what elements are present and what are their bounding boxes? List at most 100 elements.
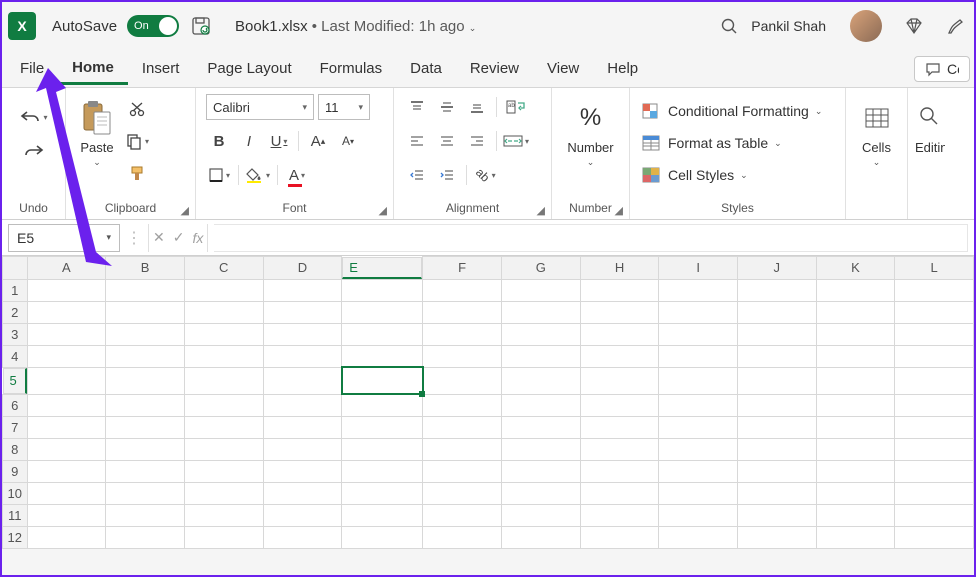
cell-L5[interactable]	[895, 367, 974, 394]
column-header-D[interactable]: D	[263, 257, 342, 280]
cell-E6[interactable]	[342, 394, 423, 416]
user-name[interactable]: Pankil Shah	[751, 18, 826, 34]
column-header-F[interactable]: F	[423, 257, 502, 280]
cell-F1[interactable]	[423, 279, 502, 301]
cell-L4[interactable]	[895, 345, 974, 367]
cell-G10[interactable]	[501, 482, 580, 504]
fill-color-button[interactable]	[245, 162, 271, 188]
tab-page-layout[interactable]: Page Layout	[193, 54, 305, 83]
cell-L2[interactable]	[895, 301, 974, 323]
cell-J2[interactable]	[737, 301, 816, 323]
cell-I11[interactable]	[659, 504, 738, 526]
cell-B1[interactable]	[106, 279, 185, 301]
column-header-A[interactable]: A	[27, 257, 106, 280]
cell-F4[interactable]	[423, 345, 502, 367]
cell-F7[interactable]	[423, 416, 502, 438]
tab-home[interactable]: Home	[58, 53, 128, 85]
increase-font-button[interactable]: A▴	[305, 128, 331, 154]
tab-formulas[interactable]: Formulas	[306, 54, 397, 83]
cell-K1[interactable]	[816, 279, 895, 301]
cell-L6[interactable]	[895, 394, 974, 416]
row-header-11[interactable]: 11	[3, 504, 28, 526]
cell-B9[interactable]	[106, 460, 185, 482]
underline-button[interactable]: U	[266, 128, 292, 154]
align-center-button[interactable]	[434, 128, 460, 154]
cell-A12[interactable]	[27, 526, 106, 548]
cell-F11[interactable]	[423, 504, 502, 526]
row-header-10[interactable]: 10	[3, 482, 28, 504]
cell-H3[interactable]	[580, 323, 659, 345]
enter-formula-icon[interactable]: ✓	[173, 229, 185, 246]
cell-K11[interactable]	[816, 504, 895, 526]
cell-G3[interactable]	[501, 323, 580, 345]
font-size-select[interactable]: 11▾	[318, 94, 370, 120]
cell-K6[interactable]	[816, 394, 895, 416]
cell-H10[interactable]	[580, 482, 659, 504]
format-painter-button[interactable]	[124, 160, 150, 186]
cell-B10[interactable]	[106, 482, 185, 504]
paste-button[interactable]: Paste ⌄	[76, 96, 118, 170]
pen-draw-icon[interactable]	[944, 14, 968, 38]
cell-G1[interactable]	[501, 279, 580, 301]
cell-A7[interactable]	[27, 416, 106, 438]
cell-B12[interactable]	[106, 526, 185, 548]
cell-J6[interactable]	[737, 394, 816, 416]
cell-A2[interactable]	[27, 301, 106, 323]
column-header-J[interactable]: J	[737, 257, 816, 280]
column-header-H[interactable]: H	[580, 257, 659, 280]
cell-K2[interactable]	[816, 301, 895, 323]
cell-D5[interactable]	[263, 367, 342, 394]
cell-I10[interactable]	[659, 482, 738, 504]
column-header-C[interactable]: C	[184, 257, 263, 280]
tab-data[interactable]: Data	[396, 54, 456, 83]
cell-L11[interactable]	[895, 504, 974, 526]
cell-E10[interactable]	[342, 482, 423, 504]
row-header-4[interactable]: 4	[3, 345, 28, 367]
bold-button[interactable]: B	[206, 128, 232, 154]
cell-I1[interactable]	[659, 279, 738, 301]
cell-I5[interactable]	[659, 367, 738, 394]
cell-C7[interactable]	[184, 416, 263, 438]
cell-C5[interactable]	[184, 367, 263, 394]
diamond-premium-icon[interactable]	[902, 14, 926, 38]
save-icon[interactable]	[189, 14, 213, 38]
formula-input[interactable]	[214, 224, 968, 252]
cell-D9[interactable]	[263, 460, 342, 482]
cell-A9[interactable]	[27, 460, 106, 482]
cell-E7[interactable]	[342, 416, 423, 438]
cell-L8[interactable]	[895, 438, 974, 460]
editing-button[interactable]: Editing	[911, 96, 949, 157]
cell-L12[interactable]	[895, 526, 974, 548]
decrease-indent-button[interactable]	[404, 162, 430, 188]
align-right-button[interactable]	[464, 128, 490, 154]
redo-button[interactable]	[21, 138, 47, 164]
autosave-toggle[interactable]: On	[127, 15, 179, 37]
cell-D3[interactable]	[263, 323, 342, 345]
column-header-L[interactable]: L	[895, 257, 974, 280]
align-middle-button[interactable]	[434, 94, 460, 120]
cell-C10[interactable]	[184, 482, 263, 504]
cell-C4[interactable]	[184, 345, 263, 367]
cell-L3[interactable]	[895, 323, 974, 345]
cell-G4[interactable]	[501, 345, 580, 367]
tab-help[interactable]: Help	[593, 54, 652, 83]
cell-H5[interactable]	[580, 367, 659, 394]
cell-A8[interactable]	[27, 438, 106, 460]
row-header-12[interactable]: 12	[3, 526, 28, 548]
cell-A5[interactable]	[27, 367, 106, 394]
cell-D2[interactable]	[263, 301, 342, 323]
borders-button[interactable]	[206, 162, 232, 188]
cell-J12[interactable]	[737, 526, 816, 548]
cell-I3[interactable]	[659, 323, 738, 345]
cell-E4[interactable]	[342, 345, 423, 367]
align-top-button[interactable]	[404, 94, 430, 120]
cell-A6[interactable]	[27, 394, 106, 416]
clipboard-dialog-launcher[interactable]: ◢	[181, 204, 189, 217]
cell-J3[interactable]	[737, 323, 816, 345]
cell-E5[interactable]	[342, 367, 423, 394]
cell-L1[interactable]	[895, 279, 974, 301]
cell-K12[interactable]	[816, 526, 895, 548]
cell-D11[interactable]	[263, 504, 342, 526]
cell-C11[interactable]	[184, 504, 263, 526]
cut-button[interactable]	[124, 96, 150, 122]
